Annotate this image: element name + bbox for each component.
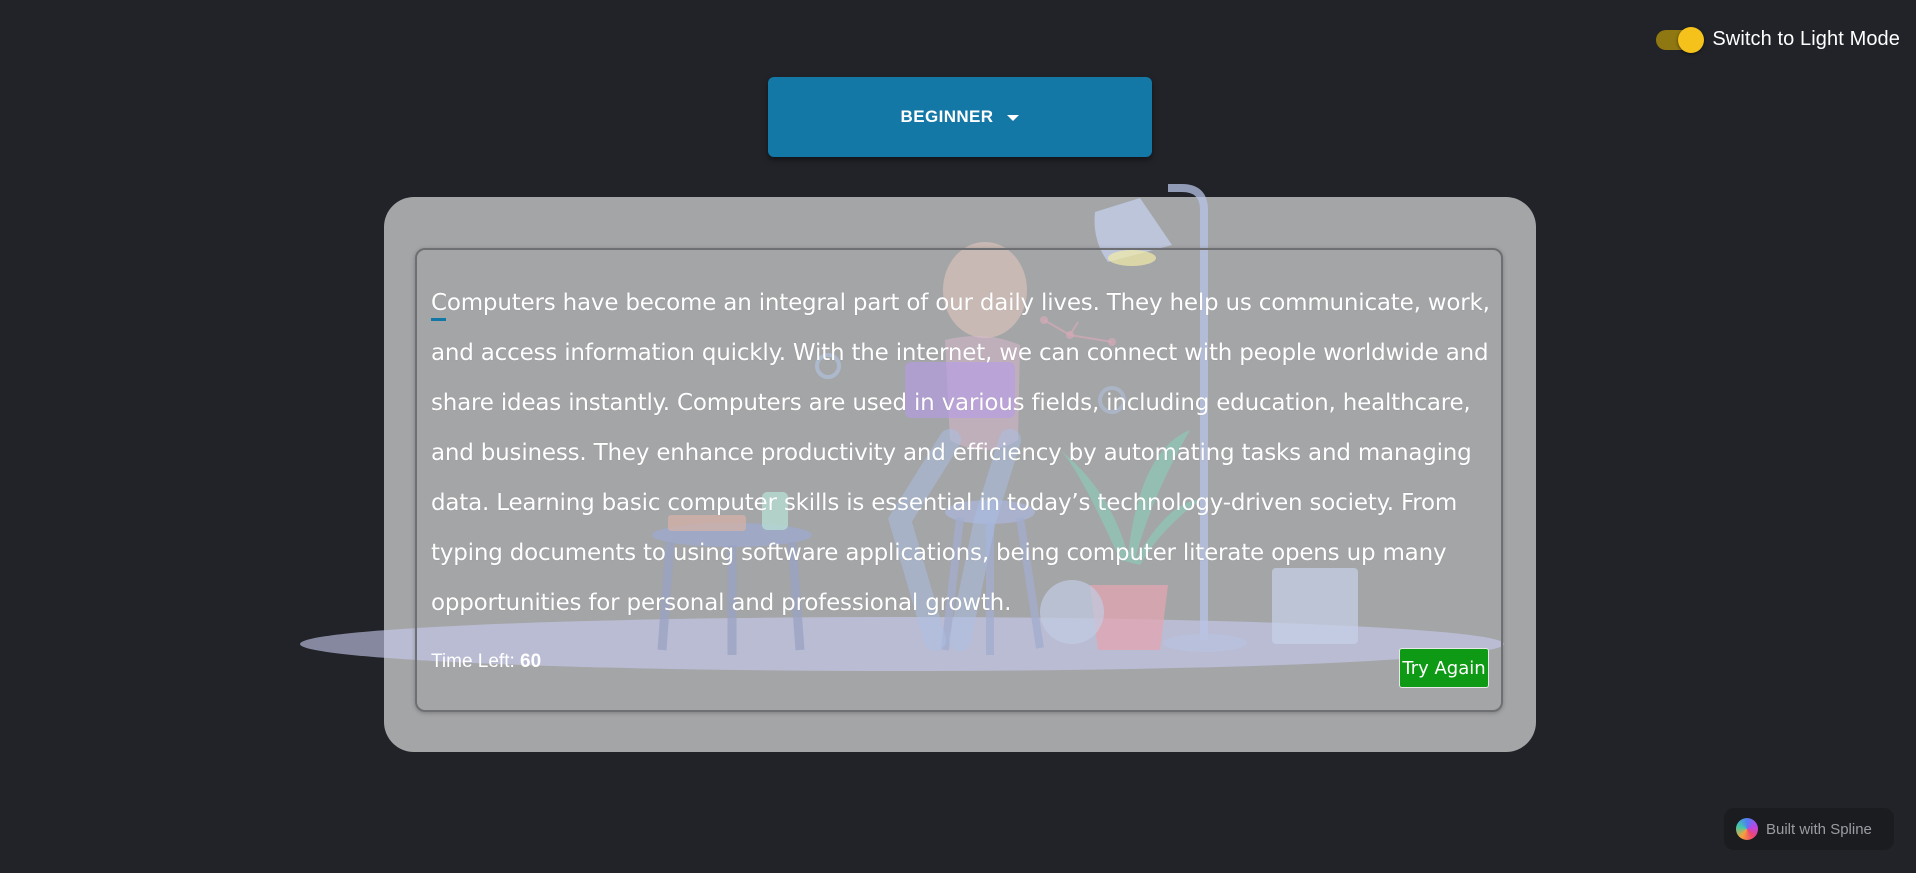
caret-down-icon: [1007, 115, 1020, 121]
spline-logo-icon: [1736, 818, 1758, 840]
timer-label: Time Left:: [431, 651, 515, 672]
toggle-label: Switch to Light Mode: [1712, 28, 1900, 50]
try-again-button[interactable]: Try Again: [1399, 648, 1489, 688]
toggle-knob: [1678, 26, 1705, 53]
typing-passage: Computers have become an integral part o…: [431, 290, 1490, 616]
typing-cursor: [431, 318, 446, 321]
timer-value: 60: [520, 651, 542, 672]
page: Switch to Light Mode BEGINNER Computers …: [0, 0, 1916, 873]
theme-toggle[interactable]: Switch to Light Mode: [1656, 26, 1900, 53]
level-selected-label: BEGINNER: [900, 107, 994, 126]
spline-badge-label: Built with Spline: [1766, 820, 1872, 838]
level-dropdown[interactable]: BEGINNER: [768, 77, 1152, 157]
timer: Time Left: 60: [431, 651, 541, 673]
spline-badge[interactable]: Built with Spline: [1724, 808, 1894, 850]
toggle-switch[interactable]: [1656, 26, 1705, 53]
